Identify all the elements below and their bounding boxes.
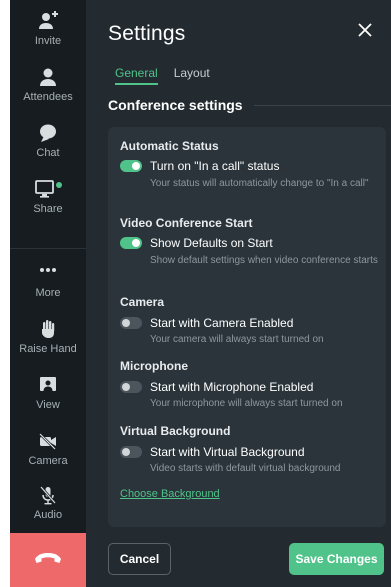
toggle-row-virtual-background: Start with Virtual Background <box>120 445 305 459</box>
conference-app: Invite Attendees Chat Share More Raise H… <box>10 0 391 587</box>
phone-hangup-icon <box>33 550 63 571</box>
toggle-label: Turn on "In a call" status <box>150 159 280 173</box>
more-dots-icon <box>10 262 86 284</box>
toggle-description: Video starts with default virtual backgr… <box>150 463 341 474</box>
toggle-description: Show default settings when video confere… <box>150 255 378 266</box>
sidebar-item-label: Audio <box>33 509 63 521</box>
toggle-label: Start with Virtual Background <box>150 445 305 459</box>
toggle-knob <box>132 239 140 247</box>
sidebar-item-view[interactable]: View <box>10 374 86 411</box>
close-button[interactable] <box>353 20 377 44</box>
toggle-label: Show Defaults on Start <box>150 236 273 250</box>
sidebar-item-chat[interactable]: Chat <box>10 122 86 159</box>
group-title-automatic-status: Automatic Status <box>120 139 219 153</box>
cancel-button[interactable]: Cancel <box>108 543 171 575</box>
toggle-label: Start with Camera Enabled <box>150 316 294 330</box>
sidebar-item-label: Chat <box>36 147 60 159</box>
in-a-call-status-toggle[interactable] <box>120 160 142 172</box>
sidebar-item-label: Invite <box>34 35 62 47</box>
settings-tabs: General Layout <box>115 66 210 85</box>
mic-off-icon <box>10 484 86 506</box>
sidebar-item-raise-hand[interactable]: Raise Hand <box>10 318 86 355</box>
sidebar-item-label: Share <box>33 203 63 215</box>
toggle-description: Your microphone will always start turned… <box>150 398 343 409</box>
save-changes-button[interactable]: Save Changes <box>289 543 384 575</box>
tab-general[interactable]: General <box>115 66 158 85</box>
sidebar-item-label: Camera <box>28 455 68 467</box>
toggle-knob <box>122 319 130 327</box>
settings-card: Automatic Status Turn on "In a call" sta… <box>108 127 386 527</box>
page-title: Settings <box>108 22 186 45</box>
sidebar-item-label: More <box>35 287 61 299</box>
sidebar-divider <box>10 248 86 249</box>
toggle-description: Your status will automatically change to… <box>150 178 369 189</box>
sidebar-item-audio[interactable]: Audio <box>10 484 86 521</box>
group-title-video-conference-start: Video Conference Start <box>120 216 253 230</box>
settings-panel: Settings General Layout Conference setti… <box>86 0 391 587</box>
group-title-microphone: Microphone <box>120 359 188 373</box>
sidebar-item-more[interactable]: More <box>10 262 86 299</box>
sidebar-item-attendees[interactable]: Attendees <box>10 66 86 103</box>
monitor-icon <box>10 178 86 200</box>
choose-background-link[interactable]: Choose Background <box>120 488 220 500</box>
chat-bubble-icon <box>10 122 86 144</box>
toggle-description: Your camera will always start turned on <box>150 334 324 345</box>
view-icon <box>10 374 86 396</box>
sidebar-item-label: Raise Hand <box>19 343 77 355</box>
add-person-icon <box>10 10 86 32</box>
section-heading: Conference settings <box>108 97 243 113</box>
hand-icon <box>10 318 86 340</box>
group-title-virtual-background: Virtual Background <box>120 424 231 438</box>
section-divider <box>254 105 391 106</box>
sidebar-item-share[interactable]: Share <box>10 178 86 215</box>
sidebar-item-label: Attendees <box>23 91 73 103</box>
show-defaults-toggle[interactable] <box>120 237 142 249</box>
toggle-knob <box>122 448 130 456</box>
camera-off-icon <box>10 430 86 452</box>
sidebar-item-label: View <box>36 399 60 411</box>
toggle-knob <box>132 162 140 170</box>
microphone-enabled-toggle[interactable] <box>120 381 142 393</box>
toggle-knob <box>122 383 130 391</box>
virtual-background-toggle[interactable] <box>120 446 142 458</box>
toggle-label: Start with Microphone Enabled <box>150 380 314 394</box>
group-title-camera: Camera <box>120 295 165 309</box>
toggle-row-microphone: Start with Microphone Enabled <box>120 380 313 394</box>
leave-call-button[interactable] <box>10 533 86 587</box>
camera-enabled-toggle[interactable] <box>120 317 142 329</box>
sidebar-item-invite[interactable]: Invite <box>10 10 86 47</box>
tab-layout[interactable]: Layout <box>174 66 210 85</box>
sidebar-rail: Invite Attendees Chat Share More Raise H… <box>10 0 86 587</box>
close-icon <box>357 22 373 43</box>
person-icon <box>10 66 86 88</box>
toggle-row-video-conference-start: Show Defaults on Start <box>120 236 273 250</box>
sidebar-item-camera[interactable]: Camera <box>10 430 86 467</box>
toggle-row-camera: Start with Camera Enabled <box>120 316 293 330</box>
toggle-row-automatic-status: Turn on "In a call" status <box>120 159 279 173</box>
